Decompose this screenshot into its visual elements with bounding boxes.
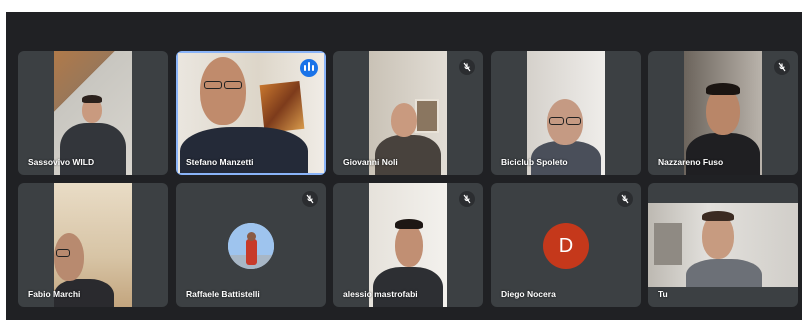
avatar: D [543, 223, 589, 269]
participant-name: Biciclub Spoleto [501, 157, 568, 167]
participant-name: Diego Nocera [501, 289, 556, 299]
participant-tile-stefano-manzetti[interactable]: Stefano Manzetti [176, 51, 326, 175]
mic-off-icon [302, 191, 318, 207]
participant-tile-raffaele-battistelli[interactable]: Raffaele Battistelli [176, 183, 326, 307]
mic-off-icon [774, 59, 790, 75]
participant-tile-alessio-mastrofabi[interactable]: alessio mastrofabi [333, 183, 483, 307]
avatar [228, 223, 274, 269]
participant-tile-diego-nocera[interactable]: D Diego Nocera [491, 183, 641, 307]
participant-tile-self[interactable]: Tu [648, 183, 798, 307]
participant-name: Giovanni Noli [343, 157, 398, 167]
participant-tile-sassovivo-wild[interactable]: Sassovivo WILD [18, 51, 168, 175]
audio-level-icon [300, 59, 318, 77]
participant-tile-nazzareno-fuso[interactable]: Nazzareno Fuso [648, 51, 798, 175]
participant-name: Stefano Manzetti [186, 157, 254, 167]
participant-tile-fabio-marchi[interactable]: Fabio Marchi [18, 183, 168, 307]
participant-tile-giovanni-noli[interactable]: Giovanni Noli [333, 51, 483, 175]
mic-off-icon [459, 191, 475, 207]
meeting-grid: Sassovivo WILD Stefano Manzetti Giovanni… [6, 12, 802, 320]
participant-tile-biciclub-spoleto[interactable]: Biciclub Spoleto [491, 51, 641, 175]
mic-off-icon [459, 59, 475, 75]
mic-off-icon [617, 191, 633, 207]
participant-name: Nazzareno Fuso [658, 157, 724, 167]
video-feed [648, 203, 798, 287]
participant-name: alessio mastrofabi [343, 289, 418, 299]
participant-name: Raffaele Battistelli [186, 289, 260, 299]
participant-name: Tu [658, 289, 668, 299]
participant-name: Sassovivo WILD [28, 157, 95, 167]
participant-name: Fabio Marchi [28, 289, 81, 299]
